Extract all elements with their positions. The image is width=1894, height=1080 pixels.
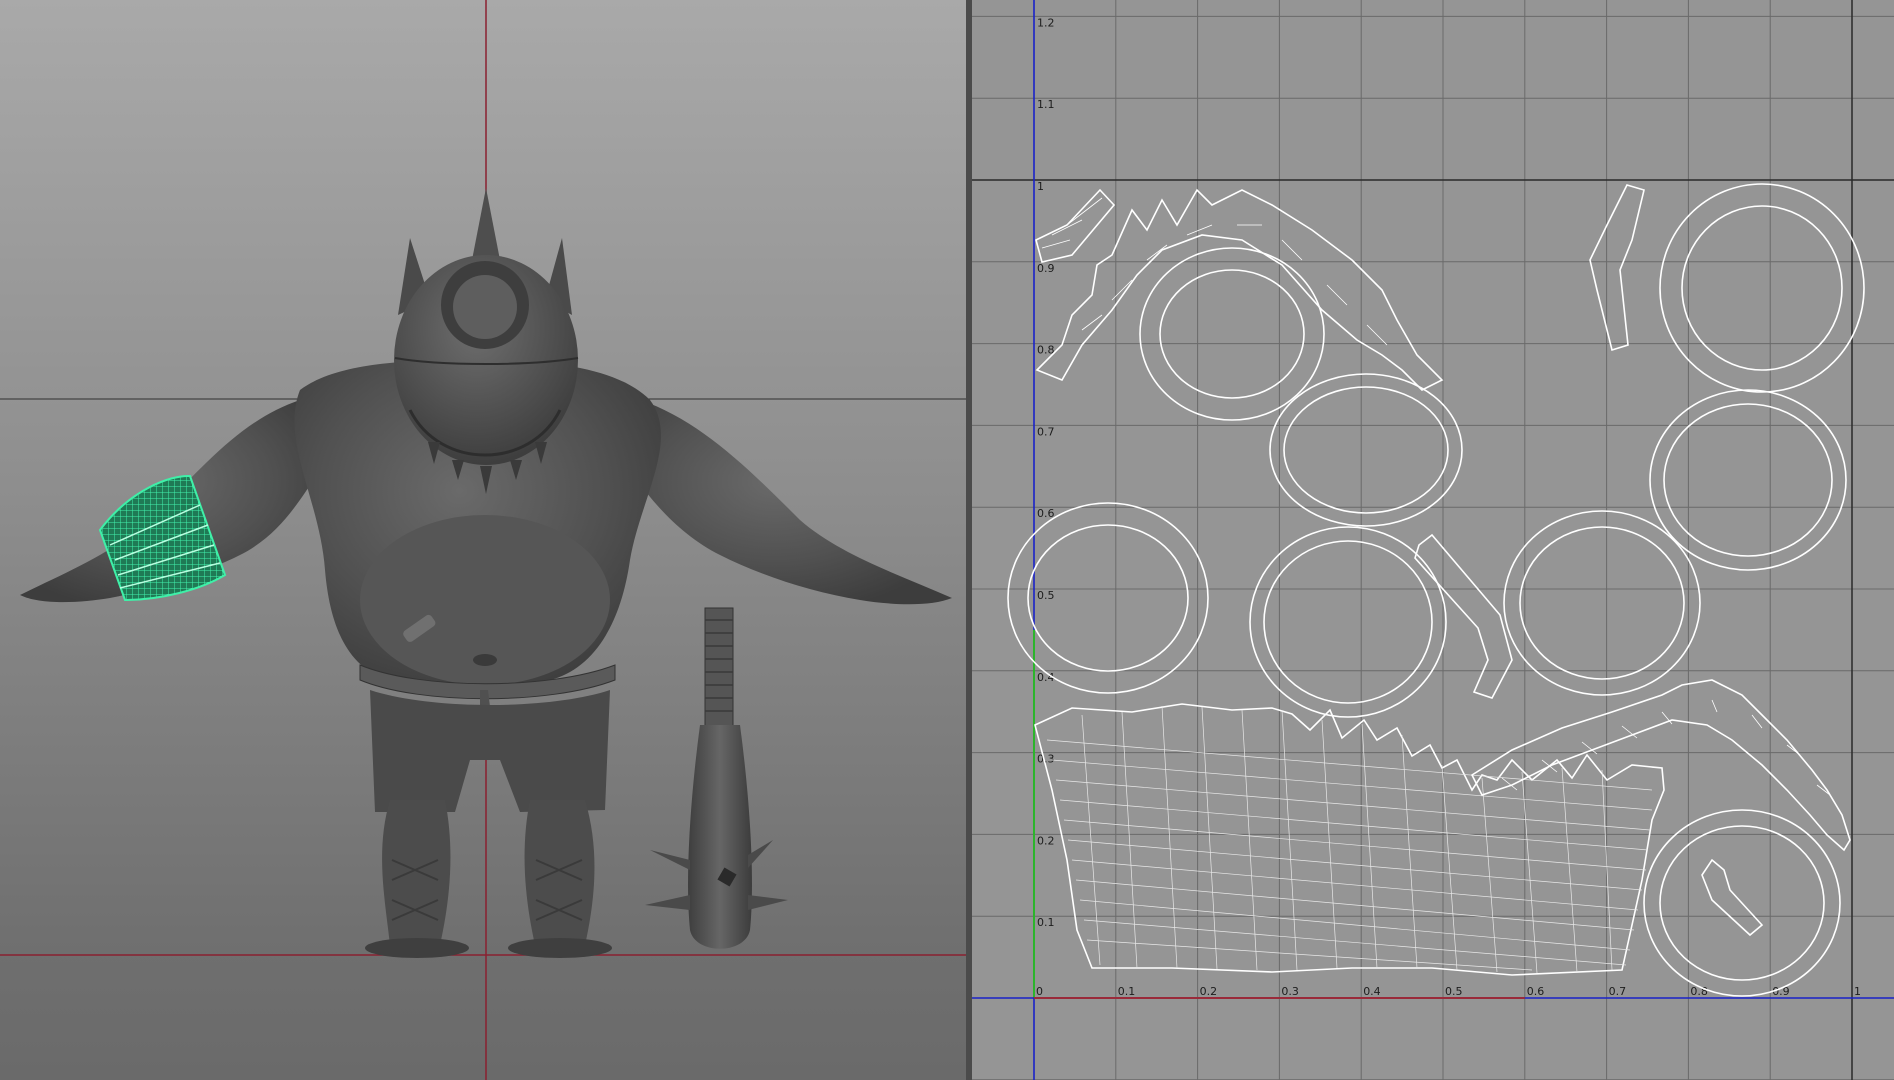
uv-y-tick-label: 1	[1037, 180, 1044, 193]
uv-shell-ring-4-inner	[1663, 403, 1833, 557]
left-leg	[382, 800, 451, 945]
uv-shell-small-strip-wire	[1041, 197, 1103, 249]
uv-shell-ring-3[interactable]	[1659, 183, 1865, 393]
uv-shell-ring-2[interactable]	[1269, 373, 1463, 527]
uv-y-tick-label: 0.7	[1037, 425, 1055, 438]
uv-shell-long-fringe-wire	[1501, 699, 1831, 796]
uv-y-tick-label: 0.9	[1037, 262, 1055, 275]
perspective-viewport[interactable]	[0, 0, 966, 1080]
uv-y-tick-label: 0.5	[1037, 589, 1055, 602]
uv-x-tick-label: 0	[1036, 985, 1043, 998]
right-arm	[630, 400, 952, 605]
uv-x-tick-label: 0.7	[1609, 985, 1627, 998]
uv-shell-ring-7-inner	[1519, 526, 1685, 680]
shorts	[370, 690, 610, 812]
uv-x-tick-label: 1	[1854, 985, 1861, 998]
uv-x-tick-label: 0.9	[1772, 985, 1790, 998]
right-foot	[508, 938, 612, 958]
uv-y-tick-label: 0.1	[1037, 916, 1055, 929]
uv-y-tick-label: 1.1	[1037, 98, 1055, 111]
uv-y-tick-label: 1.2	[1037, 16, 1055, 29]
uv-y-tick-label: 0.6	[1037, 507, 1055, 520]
uv-shell-ring-7[interactable]	[1503, 510, 1701, 696]
maya-workspace: 0 0.1 0.2 0.3 0.4 0.5 0.6 0.7 0.8 0.9 1 1.2 1.1 1 0.9 0…	[0, 0, 1894, 1080]
horn-center	[472, 188, 500, 260]
viewport-canvas[interactable]	[0, 0, 966, 1080]
spiked-club[interactable]	[645, 607, 788, 949]
club-spike-2	[645, 895, 690, 910]
uv-shell-ring-1[interactable]	[1139, 247, 1325, 421]
club-spike-3	[748, 840, 773, 868]
uv-shell-ring-6-inner	[1263, 540, 1433, 704]
uv-x-tick-label: 0.4	[1363, 985, 1381, 998]
uv-shell-small-strip[interactable]	[1035, 188, 1116, 263]
uv-editor-panel[interactable]: 0 0.1 0.2 0.3 0.4 0.5 0.6 0.7 0.8 0.9 1 1.2 1.1 1 0.9 0…	[972, 0, 1894, 1080]
uv-shell-small-curl[interactable]	[1701, 858, 1764, 937]
uv-shell-ring-1-inner	[1159, 269, 1305, 399]
club-spike-1	[650, 850, 690, 870]
uv-shells[interactable]	[1007, 183, 1865, 997]
uv-x-tick-label: 0.6	[1527, 985, 1545, 998]
uv-grid-labels: 0 0.1 0.2 0.3 0.4 0.5 0.6 0.7 0.8 0.9 11.21.110.90…	[1036, 16, 1861, 1080]
club-head	[688, 725, 752, 949]
uv-shell-ring-3-inner	[1681, 205, 1843, 371]
uv-editor-canvas[interactable]: 0 0.1 0.2 0.3 0.4 0.5 0.6 0.7 0.8 0.9 11.21.110.90…	[972, 0, 1894, 1080]
club-spike-4	[748, 895, 788, 910]
uv-shell-ring-4[interactable]	[1649, 389, 1847, 571]
uv-x-tick-label: 0.2	[1200, 985, 1218, 998]
right-leg	[524, 800, 595, 945]
uv-shell-ring-2-inner	[1283, 386, 1449, 514]
uv-y-tick-label: 0.2	[1037, 834, 1055, 847]
uv-x-tick-label: 0.3	[1281, 985, 1299, 998]
club-handle	[704, 607, 734, 729]
navel	[473, 654, 497, 666]
uv-shell-fringe-arc[interactable]	[1035, 188, 1444, 391]
uv-shell-skirt-wireframe	[1046, 705, 1653, 974]
uv-x-tick-label: 0.1	[1118, 985, 1136, 998]
uv-x-tick-label: 0.5	[1445, 985, 1463, 998]
left-foot	[365, 938, 469, 958]
uv-shell-curved-strip[interactable]	[1589, 184, 1645, 352]
eye	[453, 275, 517, 339]
